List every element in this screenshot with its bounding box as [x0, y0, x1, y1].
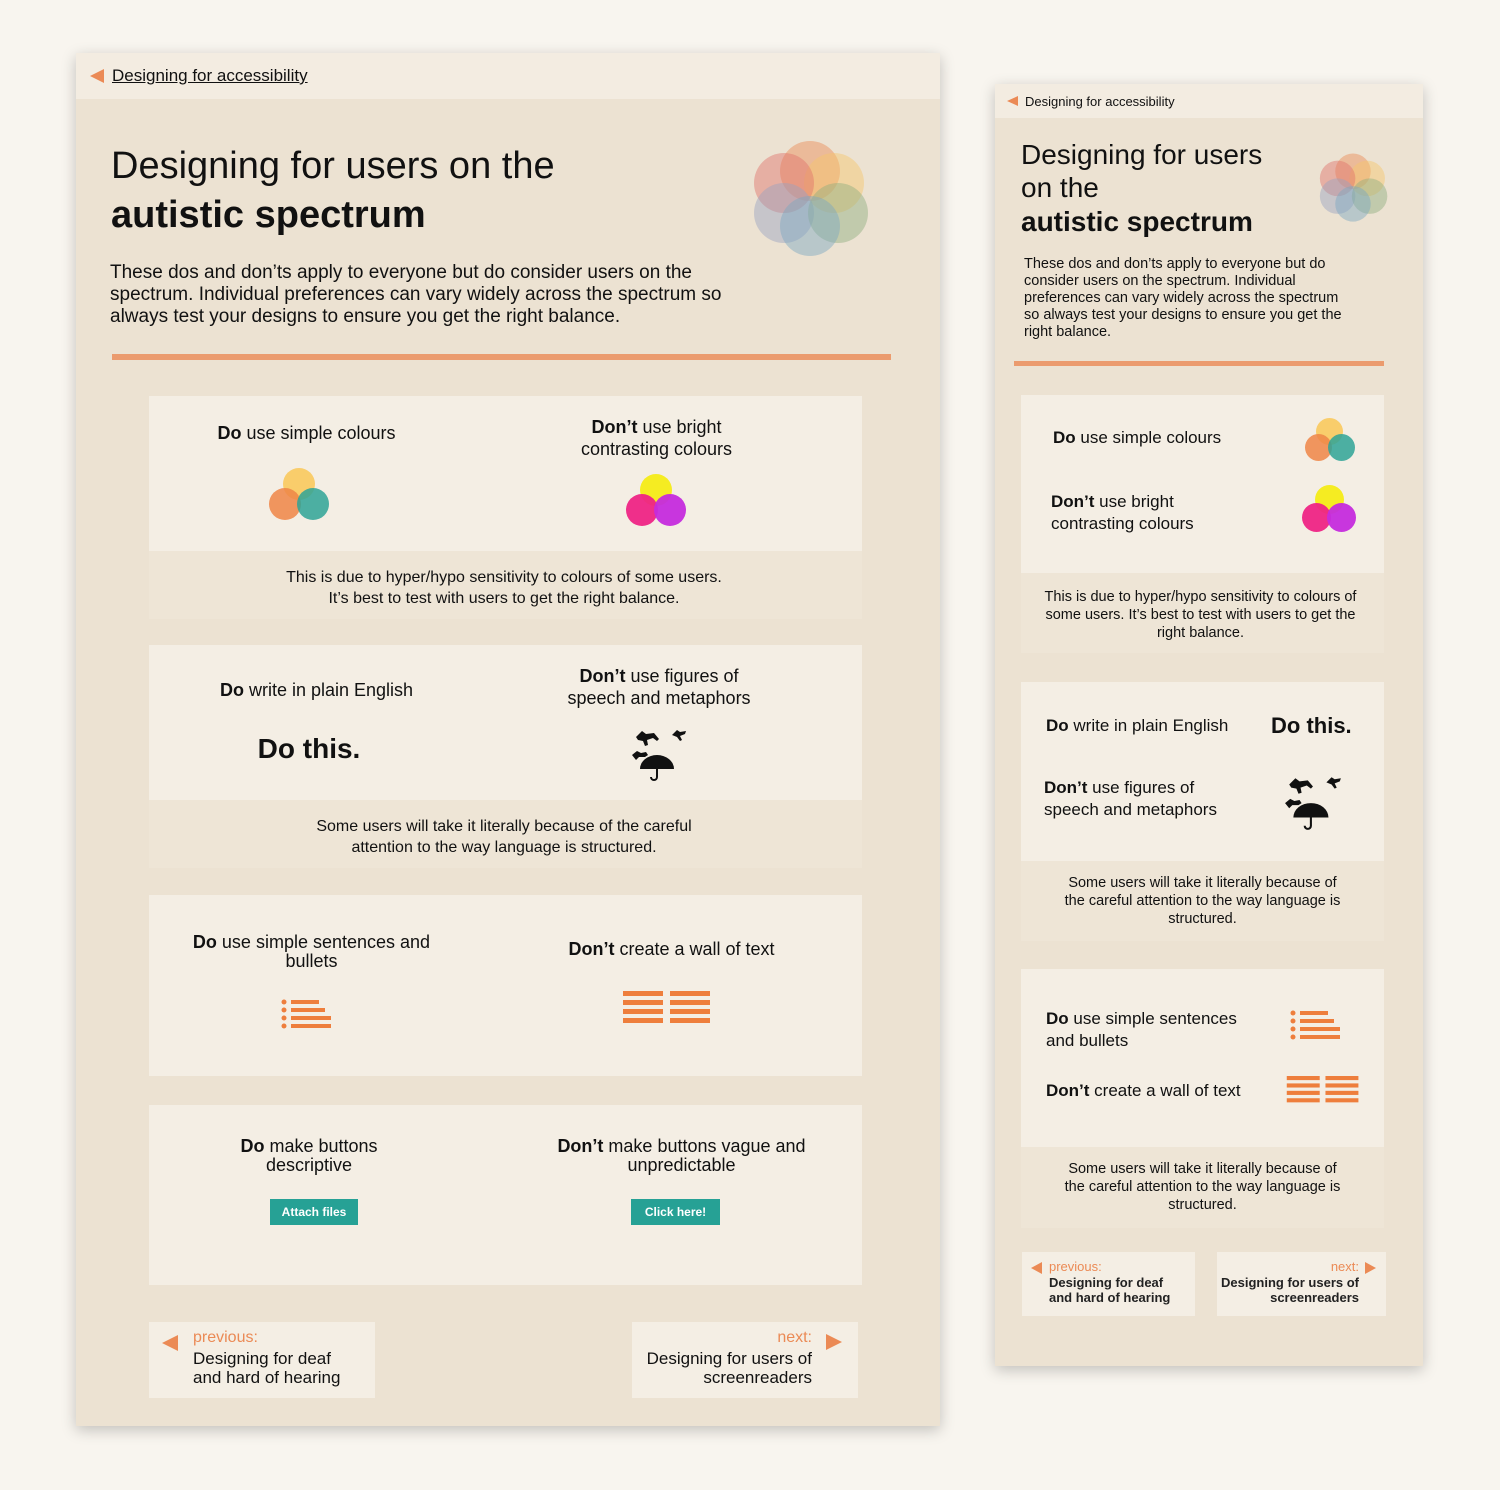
- dont-label: Don’t use figures of speech and metaphor…: [1044, 778, 1217, 819]
- page-title: Designing for users on the autistic spec…: [111, 143, 731, 241]
- next-title: Designing for users of screenreaders: [646, 1349, 812, 1387]
- title-line-1b: on the: [1021, 172, 1099, 203]
- next-label: next:: [1330, 1259, 1359, 1274]
- card-sentences: Do use simple sentences and bullets Don’…: [1021, 969, 1384, 1147]
- desktop-panel: Designing for accessibility Designing fo…: [76, 53, 940, 1426]
- attach-files-button[interactable]: Attach files: [270, 1199, 358, 1225]
- title-line-2: autistic spectrum: [111, 194, 426, 236]
- dont-label: Don’t create a wall of text: [568, 939, 775, 959]
- next-title: Designing for users of screenreaders: [1221, 1275, 1359, 1305]
- wall-of-text-icon: [1286, 1076, 1359, 1103]
- card-language-note: Some users will take it literally becaus…: [149, 800, 862, 868]
- overlapping-circles-logo: [754, 141, 868, 256]
- dont-label: Don’t create a wall of text: [1046, 1081, 1241, 1100]
- intro-text: These dos and don’ts apply to everyone b…: [1024, 256, 1342, 340]
- next-label: next:: [777, 1329, 812, 1346]
- previous-label: previous:: [1049, 1259, 1102, 1274]
- card-buttons: Do make buttons descriptive Attach files…: [149, 1105, 862, 1285]
- previous-page-link[interactable]: previous: Designing for deaf and hard of…: [149, 1322, 375, 1398]
- previous-arrow-icon: [1031, 1262, 1042, 1274]
- title-line-1a: Designing for users: [1021, 139, 1263, 170]
- header-divider: [112, 354, 891, 360]
- bright-colours-icon: [626, 474, 688, 530]
- note-text: Some users will take it literally becaus…: [316, 818, 692, 856]
- do-label: Do write in plain English: [219, 680, 414, 700]
- header-divider: [1014, 361, 1384, 366]
- card-colours-note: This is due to hyper/hypo sensitivity to…: [1021, 573, 1384, 653]
- breadcrumb-bar: Designing for accessibility: [995, 84, 1423, 118]
- card-language-note: Some users will take it literally becaus…: [1021, 861, 1384, 941]
- note-text: This is due to hyper/hypo sensitivity to…: [286, 569, 722, 607]
- simple-colours-icon: [1305, 418, 1357, 464]
- title-line-2: autistic spectrum: [1021, 206, 1253, 237]
- note-text: Some users will take it literally becaus…: [1064, 1161, 1341, 1213]
- dont-label: Don’t use bright contrasting colours: [580, 417, 733, 459]
- dont-label: Don’t make buttons vague and unpredictab…: [557, 1136, 806, 1175]
- note-text: Some users will take it literally becaus…: [1064, 875, 1341, 927]
- previous-title: Designing for deaf and hard of hearing: [193, 1349, 341, 1387]
- next-page-link[interactable]: next: Designing for users of screenreade…: [632, 1322, 858, 1398]
- bright-colours-icon: [1302, 485, 1358, 535]
- simple-colours-icon: [269, 468, 331, 524]
- card-sentences-note: Some users will take it literally becaus…: [1021, 1147, 1384, 1228]
- title-line-1: Designing for users on the: [111, 145, 555, 187]
- previous-page-link[interactable]: previous: Designing for deaf and hard of…: [1022, 1252, 1195, 1316]
- page-title: Designing for users on the autistic spec…: [1021, 138, 1321, 240]
- do-label: Do use simple colours: [217, 423, 396, 443]
- bullet-list-icon: [281, 999, 331, 1029]
- next-arrow-icon: [1365, 1262, 1376, 1274]
- do-example-text: Do this.: [257, 733, 361, 764]
- wall-of-text-icon: [623, 991, 710, 1023]
- click-here-button[interactable]: Click here!: [631, 1199, 720, 1225]
- next-page-link[interactable]: next: Designing for users of screenreade…: [1217, 1252, 1386, 1316]
- raining-cats-and-dogs-icon: [1285, 777, 1341, 830]
- next-arrow-icon: [826, 1334, 842, 1350]
- do-label: Do use simple colours: [1053, 428, 1222, 447]
- previous-label: previous:: [193, 1329, 258, 1346]
- card-language: Do write in plain English Do this. Don’t…: [149, 645, 862, 800]
- do-label: Do write in plain English: [1046, 716, 1229, 735]
- note-text: This is due to hyper/hypo sensitivity to…: [1044, 589, 1357, 641]
- card-language: Do write in plain English Do this. Don’t…: [1021, 682, 1384, 861]
- breadcrumb-link[interactable]: Designing for accessibility: [112, 66, 308, 86]
- dont-label: Don’t use bright contrasting colours: [1051, 492, 1194, 533]
- do-label: Do use simple sentences and bullets: [1046, 1009, 1237, 1050]
- mobile-panel: Designing for accessibility Designing fo…: [995, 84, 1423, 1366]
- previous-title: Designing for deaf and hard of hearing: [1049, 1275, 1171, 1305]
- breadcrumb-link[interactable]: Designing for accessibility: [1025, 94, 1175, 109]
- raining-cats-and-dogs-icon: [632, 730, 686, 781]
- card-colours-note: This is due to hyper/hypo sensitivity to…: [149, 551, 862, 619]
- do-label: Do use simple sentences and bullets: [192, 932, 431, 971]
- card-sentences: Do use simple sentences and bullets Don’…: [149, 895, 862, 1076]
- card-colours: Do use simple colours Don’t use bright c…: [149, 396, 862, 551]
- breadcrumb-bar: Designing for accessibility: [76, 53, 940, 99]
- card-colours: Do use simple colours Don’t use bright c…: [1021, 395, 1384, 573]
- do-label: Do make buttons descriptive: [240, 1136, 378, 1175]
- do-example-text: Do this.: [1271, 713, 1352, 738]
- overlapping-circles-logo: [1319, 153, 1388, 222]
- back-arrow-icon[interactable]: [90, 69, 104, 83]
- bullet-list-icon: [1290, 1010, 1340, 1040]
- intro-text: These dos and don’ts apply to everyone b…: [110, 262, 722, 327]
- previous-arrow-icon: [162, 1335, 178, 1351]
- dont-label: Don’t use figures of speech and metaphor…: [567, 666, 751, 708]
- back-arrow-icon[interactable]: [1007, 96, 1018, 106]
